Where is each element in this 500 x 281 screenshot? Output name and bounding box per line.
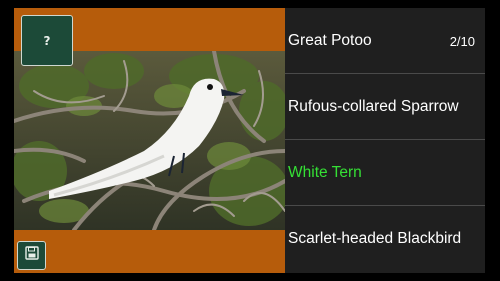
answer-list: Great Potoo 2/10 Rufous-collared Sparrow… — [285, 8, 485, 273]
bottom-band — [14, 230, 285, 273]
bird-photo — [14, 51, 285, 230]
hint-button[interactable]: ? — [21, 15, 73, 66]
question-mark-label: ? — [43, 33, 51, 48]
answer-option-label: White Tern — [288, 163, 362, 181]
floppy-disk-icon — [24, 246, 39, 265]
answer-option-4[interactable]: Scarlet-headed Blackbird — [285, 206, 485, 271]
answer-option-2[interactable]: Rufous-collared Sparrow — [285, 74, 485, 139]
answer-option-3[interactable]: White Tern — [285, 140, 485, 205]
answer-option-label: Great Potoo — [288, 31, 372, 49]
answer-option-label: Rufous-collared Sparrow — [288, 97, 459, 115]
answer-option-label: Scarlet-headed Blackbird — [288, 229, 462, 247]
bird-photo-pane: ? — [0, 0, 285, 281]
question-counter: 2/10 — [449, 34, 475, 49]
save-button[interactable] — [17, 241, 46, 270]
